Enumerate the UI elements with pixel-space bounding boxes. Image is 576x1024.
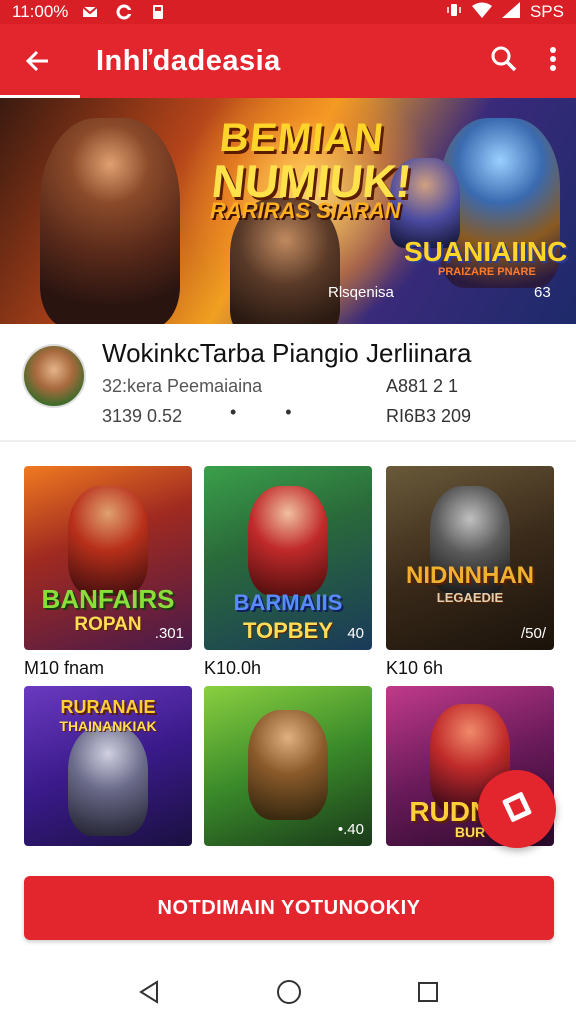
tile-number: 40 [347, 625, 364, 642]
game-tile[interactable]: BANFAIRS ROPAN .301 [24, 466, 192, 650]
gmail-icon [82, 4, 99, 20]
app-name: WokinkcTarba Piangio Jerliinara [102, 338, 472, 368]
status-time: 11:00% [12, 2, 69, 21]
sync-icon [116, 4, 133, 20]
app-sub-info: 3139 0.52 [102, 406, 183, 426]
app-avatar[interactable] [22, 344, 86, 408]
store-tag-icon [497, 787, 537, 832]
search-icon[interactable] [490, 45, 518, 78]
tile-label: K10 6h [386, 658, 444, 678]
game-tile[interactable]: RURANAIE THAINANKIAK [24, 686, 192, 846]
tile-number: /50/ [520, 625, 546, 642]
nav-back-icon[interactable] [137, 979, 161, 1009]
status-carrier: SPS [529, 2, 564, 21]
status-right-group: SPS [446, 1, 564, 23]
tile-number: .301 [154, 625, 184, 642]
banner-hero-left [40, 118, 180, 324]
app-meta-2: RI6B3 209 [386, 406, 472, 426]
tile-title: NIDNNHAN [406, 562, 534, 589]
game-tile[interactable]: BARMAIIS TOPBEY 40 [204, 466, 372, 650]
tile-character [248, 710, 328, 820]
tile-subtitle: LEGAEDIE [436, 590, 504, 605]
app-bar: Inhľdadeasia [0, 24, 576, 98]
sd-card-icon [150, 4, 166, 20]
status-bar: 11:00% SPS [0, 0, 576, 24]
banner-promo-title: SUANIAIINC [404, 236, 568, 267]
game-tile[interactable]: •.40 [204, 686, 372, 846]
tile-character [248, 486, 328, 596]
tile-title: BARMAIIS [233, 590, 343, 615]
app-meta-1: A881 2 1 [386, 376, 459, 396]
game-tile[interactable]: NIDNNHAN LEGAEDIE /50/ [386, 466, 554, 650]
tile-label: M10 fnam [24, 658, 105, 678]
banner-headline-3: RARIRAS SIARAN [210, 198, 401, 223]
tile-label: K10.0h [204, 658, 262, 678]
app-bar-actions [490, 45, 558, 78]
vibrate-icon [446, 2, 462, 23]
app-developer[interactable]: 32:kera Peemaiaina [102, 376, 262, 397]
system-nav-bar [0, 964, 576, 1024]
signal-icon [501, 1, 520, 23]
more-vert-icon[interactable] [548, 45, 558, 78]
arrow-back-icon[interactable] [18, 41, 58, 81]
nav-home-icon[interactable] [276, 979, 302, 1010]
app-info-section: WokinkcTarba Piangio Jerliinara 32:kera … [0, 324, 576, 442]
wifi-icon [471, 2, 492, 23]
tile-title: RURANAIE [60, 697, 156, 717]
tile-subtitle: THAINANKIAK [59, 718, 157, 734]
tile-title: BANFAIRS [41, 584, 175, 614]
app-screen: 11:00% SPS Inhľdadeasia BEMIAN NUMIUK! R… [0, 0, 576, 1024]
banner-caption: Rlsqenisa [328, 284, 394, 301]
promo-banner[interactable]: BEMIAN NUMIUK! RARIRAS SIARAN SUANIAIINC… [0, 98, 576, 324]
app-bar-title: Inhľdadeasia [96, 44, 281, 77]
tile-number: •.40 [337, 821, 364, 838]
store-tag-button[interactable] [478, 770, 556, 848]
banner-number: 63 [534, 284, 551, 301]
banner-promo-subtitle: PRAIZARE PNARE [438, 266, 536, 278]
tile-character [68, 726, 148, 836]
app-dots: • • [230, 402, 314, 422]
tile-character [68, 486, 148, 596]
primary-cta-button[interactable]: NOTDIMAIN YOTUNOOKIY [24, 876, 554, 940]
nav-recents-icon[interactable] [417, 981, 439, 1008]
